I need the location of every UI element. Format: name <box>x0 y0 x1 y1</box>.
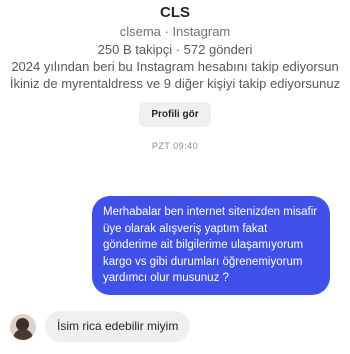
mutual-followers-text: İkiniz de myrentaldress ve 9 diğer kişiy… <box>9 76 341 91</box>
avatar[interactable] <box>10 313 36 340</box>
follow-since-text: 2024 yılından beri bu Instagram hesabını… <box>11 59 339 74</box>
incoming-message-text: İsim rica edebilir miyim <box>57 319 179 333</box>
profile-header: CLS clsema · Instagram 250 B takipçi · 5… <box>0 4 350 127</box>
outgoing-message-text: Merhabalar ben internet sitenizden misaf… <box>103 206 318 284</box>
profile-name: CLS <box>160 4 190 21</box>
profile-handle: clsema · Instagram <box>119 24 231 39</box>
incoming-message-row: İsim rica edebilir miyim <box>10 311 191 342</box>
incoming-message-bubble[interactable]: İsim rica edebilir miyim <box>45 311 191 342</box>
profile-stats: 250 B takipçi · 572 gönderi <box>97 42 253 57</box>
outgoing-message-bubble[interactable]: Merhabalar ben internet sitenizden misaf… <box>92 196 330 295</box>
message-timestamp: PZT 09:40 <box>151 141 199 151</box>
view-profile-button[interactable]: Profili gör <box>139 102 211 127</box>
